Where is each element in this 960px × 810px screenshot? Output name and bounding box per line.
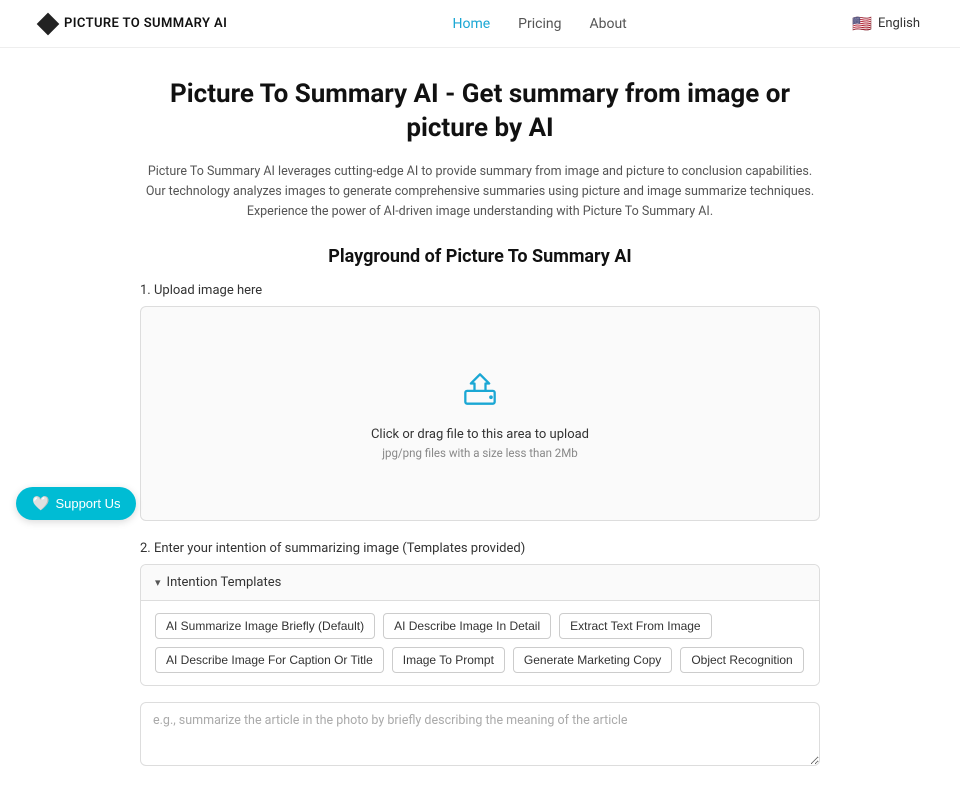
flag-icon: 🇺🇸 — [852, 14, 872, 33]
hero-description: Picture To Summary AI leverages cutting-… — [140, 162, 820, 222]
chevron-down-icon: ▾ — [155, 576, 161, 589]
logo-icon — [37, 12, 60, 35]
template-button[interactable]: Generate Marketing Copy — [513, 647, 672, 673]
prompt-textarea[interactable] — [140, 702, 820, 766]
site-header: PICTURE TO SUMMARY AI Home Pricing About… — [0, 0, 960, 48]
main-content: Picture To Summary AI - Get summary from… — [120, 48, 840, 810]
intention-header-label: Intention Templates — [167, 575, 282, 590]
nav-about[interactable]: About — [589, 16, 626, 32]
template-button[interactable]: Image To Prompt — [392, 647, 505, 673]
language-selector[interactable]: 🇺🇸 English — [852, 14, 920, 33]
support-button[interactable]: 🤍 Support Us — [16, 487, 136, 520]
template-button[interactable]: Extract Text From Image — [559, 613, 711, 639]
main-nav: Home Pricing About — [452, 16, 626, 32]
upload-icon — [458, 367, 502, 415]
template-button[interactable]: AI Describe Image For Caption Or Title — [155, 647, 384, 673]
nav-pricing[interactable]: Pricing — [518, 16, 561, 32]
intention-section-label: 2. Enter your intention of summarizing i… — [140, 541, 820, 556]
upload-sub-text: jpg/png files with a size less than 2Mb — [382, 446, 578, 460]
support-label: Support Us — [55, 496, 120, 511]
upload-section-label: 1. Upload image here — [140, 283, 820, 298]
template-buttons-container: AI Summarize Image Briefly (Default) AI D… — [141, 601, 819, 685]
playground-title: Playground of Picture To Summary AI — [140, 246, 820, 267]
upload-main-text: Click or drag file to this area to uploa… — [371, 427, 589, 442]
template-button[interactable]: AI Describe Image In Detail — [383, 613, 551, 639]
template-button[interactable]: Object Recognition — [680, 647, 803, 673]
upload-area[interactable]: Click or drag file to this area to uploa… — [140, 306, 820, 521]
hero-title: Picture To Summary AI - Get summary from… — [140, 78, 820, 146]
logo: PICTURE TO SUMMARY AI — [40, 16, 227, 32]
logo-text: PICTURE TO SUMMARY AI — [64, 16, 227, 31]
language-label: English — [878, 16, 920, 31]
intention-header-toggle[interactable]: ▾ Intention Templates — [141, 565, 819, 601]
heart-icon: 🤍 — [32, 495, 49, 512]
nav-home[interactable]: Home — [452, 16, 490, 32]
template-button[interactable]: AI Summarize Image Briefly (Default) — [155, 613, 375, 639]
intention-section: ▾ Intention Templates AI Summarize Image… — [140, 564, 820, 686]
